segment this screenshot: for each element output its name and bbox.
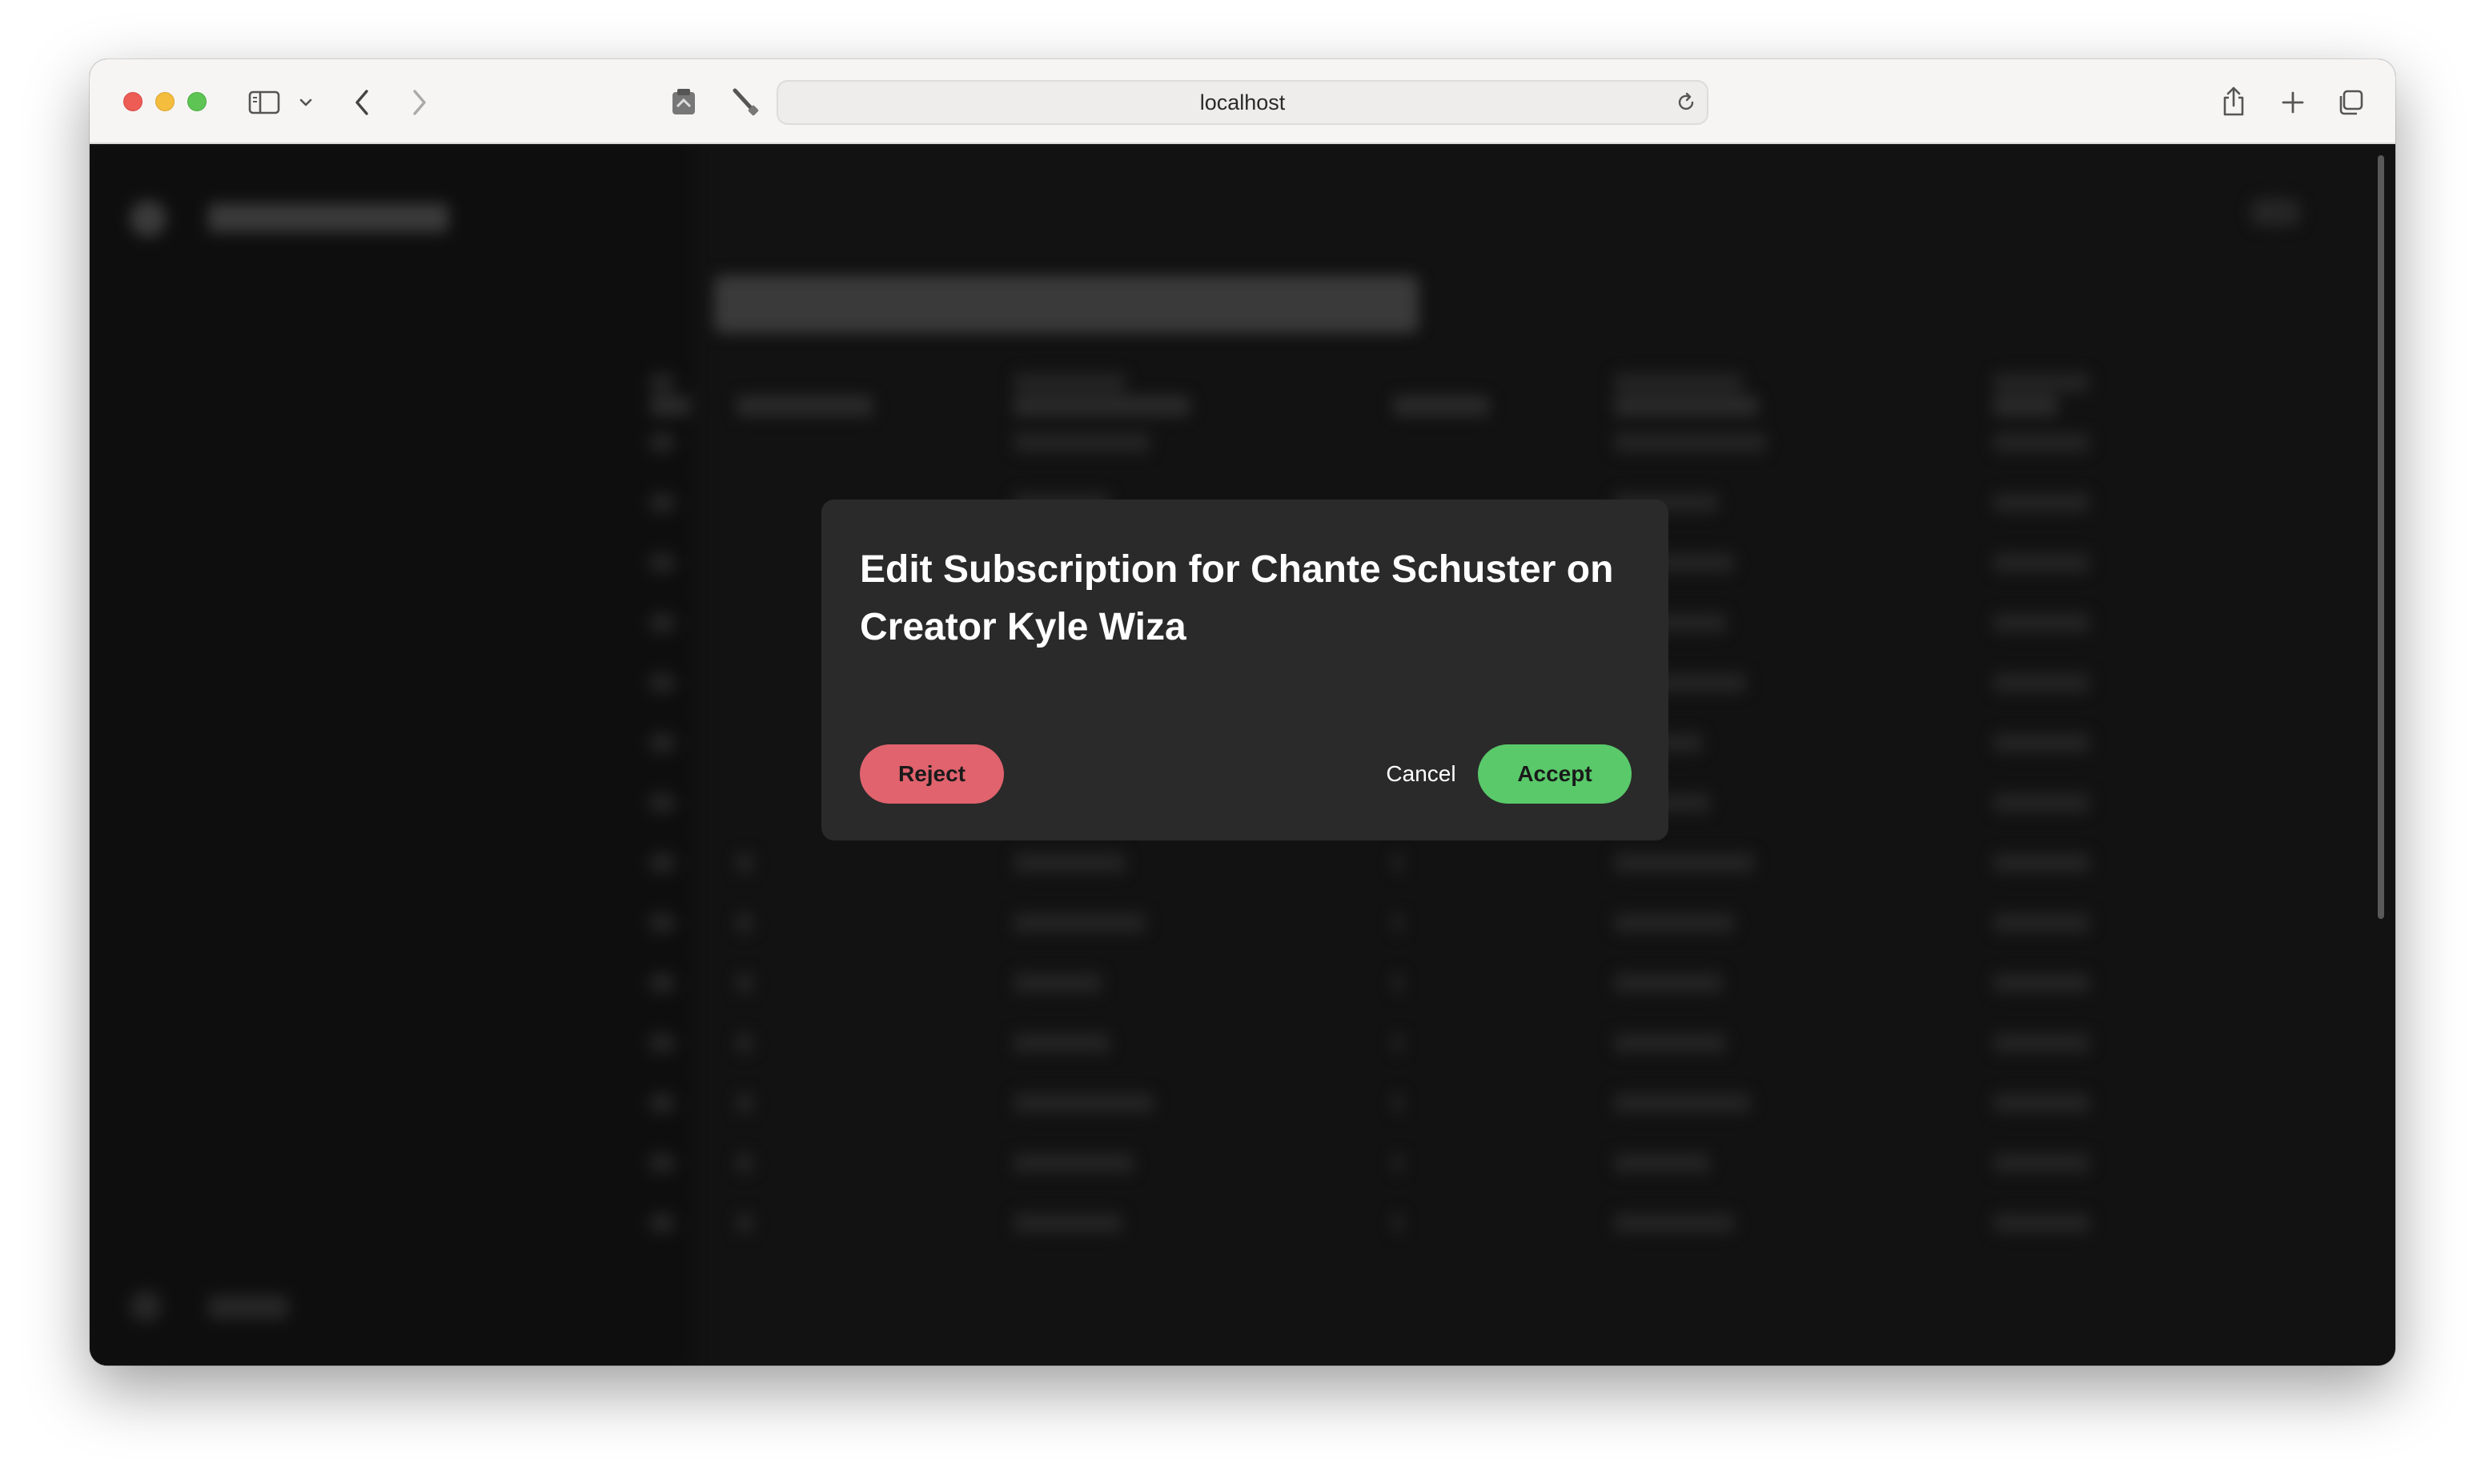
sidebar <box>90 146 692 1366</box>
chevron-down-icon[interactable] <box>296 91 315 114</box>
edit-subscription-dialog: Edit Subscription for Chante Schuster on… <box>821 499 1668 840</box>
table-cell <box>1993 913 2090 933</box>
table-cell <box>1993 973 2090 993</box>
table-cell <box>1993 1153 2090 1173</box>
table-cell <box>1393 1213 1403 1233</box>
table-cell <box>1014 1033 1110 1053</box>
table-cell <box>1393 1153 1403 1173</box>
dialog-title: Edit Subscription for Chante Schuster on… <box>860 548 1614 648</box>
table-cell <box>737 853 753 872</box>
table-cell <box>650 373 674 392</box>
table-cell <box>1614 373 1742 392</box>
table-header-cell <box>1014 395 1190 416</box>
table-cell <box>1614 433 1766 452</box>
table-cell <box>1014 853 1126 872</box>
table-header-cell <box>737 395 873 416</box>
forward-icon[interactable] <box>405 85 434 120</box>
browser-toolbar: localhost <box>90 59 2395 144</box>
tab-overview-icon[interactable] <box>2333 85 2368 120</box>
table-cell <box>650 613 674 632</box>
minimize-window-button[interactable] <box>155 92 175 111</box>
table-cell <box>1993 1093 2090 1113</box>
table-cell <box>1993 853 2090 872</box>
table-cell <box>1393 973 1403 993</box>
table-cell <box>1014 1093 1154 1113</box>
back-icon[interactable] <box>347 85 376 120</box>
app-logo-icon <box>130 200 167 237</box>
sidebar-toggle-icon[interactable] <box>247 86 282 118</box>
table-cell <box>650 1153 674 1173</box>
table-cell <box>1014 913 1146 933</box>
table-cell <box>1993 673 2090 692</box>
table-cell <box>1393 1033 1403 1053</box>
table-cell <box>737 1093 753 1113</box>
table-cell <box>1993 373 2090 392</box>
table-cell <box>650 913 674 933</box>
table-header-cell <box>1393 395 1489 416</box>
user-avatar <box>130 1290 162 1322</box>
table-cell <box>650 1213 674 1233</box>
table-header-cell <box>1993 395 2057 416</box>
table-cell <box>1014 973 1102 993</box>
extension-clipboard-icon[interactable] <box>668 83 700 120</box>
table-cell <box>1614 973 1722 993</box>
table-cell <box>1614 1093 1750 1113</box>
table-cell <box>1393 913 1403 933</box>
page-scrollbar[interactable] <box>2378 155 2384 919</box>
table-cell <box>1014 1153 1134 1173</box>
app-name-placeholder <box>208 203 448 232</box>
table-cell <box>650 853 674 872</box>
page-title-placeholder <box>714 275 1419 333</box>
table-cell <box>737 1213 753 1233</box>
table-cell <box>650 1033 674 1053</box>
table-cell <box>650 1093 674 1113</box>
table-cell <box>1014 433 1150 452</box>
table-cell <box>1614 1153 1710 1173</box>
zoom-window-button[interactable] <box>187 92 207 111</box>
table-cell <box>737 973 753 993</box>
new-tab-icon[interactable] <box>2275 85 2310 120</box>
accept-button[interactable]: Accept <box>1478 744 1632 804</box>
table-cell <box>1614 853 1754 872</box>
table-cell <box>650 553 674 572</box>
table-cell <box>1614 913 1734 933</box>
close-window-button[interactable] <box>123 92 143 111</box>
table-cell <box>737 1153 753 1173</box>
table-cell <box>1393 853 1403 872</box>
table-cell <box>650 493 674 512</box>
browser-window: localhost Edit Subscription for Chante S… <box>90 59 2395 1366</box>
table-cell <box>1614 1033 1726 1053</box>
user-name-placeholder <box>208 1295 288 1319</box>
table-cell <box>737 913 753 933</box>
address-bar[interactable]: localhost <box>777 80 1708 125</box>
table-cell <box>1993 553 2090 572</box>
table-cell <box>650 973 674 993</box>
cancel-button[interactable]: Cancel <box>1369 744 1473 804</box>
table-cell <box>650 673 674 692</box>
top-right-action-placeholder <box>2251 199 2299 226</box>
reload-icon[interactable] <box>1675 91 1697 114</box>
table-cell <box>1993 433 2090 452</box>
table-cell <box>1993 733 2090 752</box>
table-cell <box>1014 373 1126 392</box>
table-header-cell <box>1614 395 1758 416</box>
table-cell <box>1014 1213 1122 1233</box>
table-header-cell <box>650 395 690 416</box>
table-cell <box>1614 1213 1734 1233</box>
share-icon[interactable] <box>2216 82 2251 120</box>
table-cell <box>650 433 674 452</box>
table-cell <box>737 1033 753 1053</box>
table-cell <box>1393 1093 1403 1113</box>
table-cell <box>1993 493 2090 512</box>
reject-button[interactable]: Reject <box>860 744 1004 804</box>
table-cell <box>1993 793 2090 812</box>
extension-brush-icon[interactable] <box>727 83 762 120</box>
table-cell <box>1993 1033 2090 1053</box>
table-cell <box>1993 1213 2090 1233</box>
url-text: localhost <box>1199 90 1286 114</box>
table-cell <box>650 733 674 752</box>
table-cell <box>650 793 674 812</box>
table-cell <box>1993 613 2090 632</box>
